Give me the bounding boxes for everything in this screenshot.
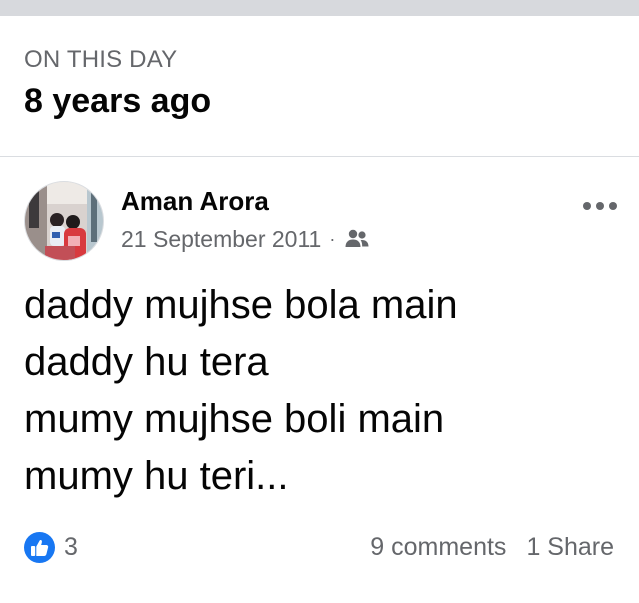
header-divider — [0, 156, 639, 157]
reactions-summary[interactable]: 3 — [24, 531, 78, 563]
more-options-icon — [583, 202, 617, 210]
post-date[interactable]: 21 September 2011 — [121, 226, 321, 253]
avatar-photo — [25, 182, 103, 260]
memory-label: ON THIS DAY — [24, 46, 178, 73]
author-avatar[interactable] — [24, 181, 104, 261]
post-text-line: daddy mujhse bola main — [24, 283, 458, 327]
friends-icon[interactable] — [344, 227, 370, 251]
top-separator-strip — [0, 0, 639, 16]
post-text-line: mumy hu teri... — [24, 454, 289, 498]
shares-count-link[interactable]: 1 Share — [526, 533, 614, 562]
post-text: daddy mujhse bola main daddy hu tera mum… — [24, 277, 624, 505]
reaction-count: 3 — [64, 532, 78, 561]
meta-separator: · — [329, 228, 336, 249]
post-meta: 21 September 2011 · — [121, 225, 370, 253]
memory-card: ON THIS DAY 8 years ago Aman Arora 21 Se… — [0, 0, 639, 603]
post-text-line: daddy hu tera — [24, 340, 269, 384]
post-text-line: mumy mujhse boli main — [24, 397, 445, 441]
author-name[interactable]: Aman Arora — [121, 186, 269, 217]
comments-count-link[interactable]: 9 comments — [370, 533, 506, 562]
engagement-counts: 9 comments 1 Share — [370, 531, 614, 563]
memory-title: 8 years ago — [24, 82, 212, 120]
like-icon — [24, 531, 55, 563]
more-options-button[interactable] — [580, 194, 620, 218]
